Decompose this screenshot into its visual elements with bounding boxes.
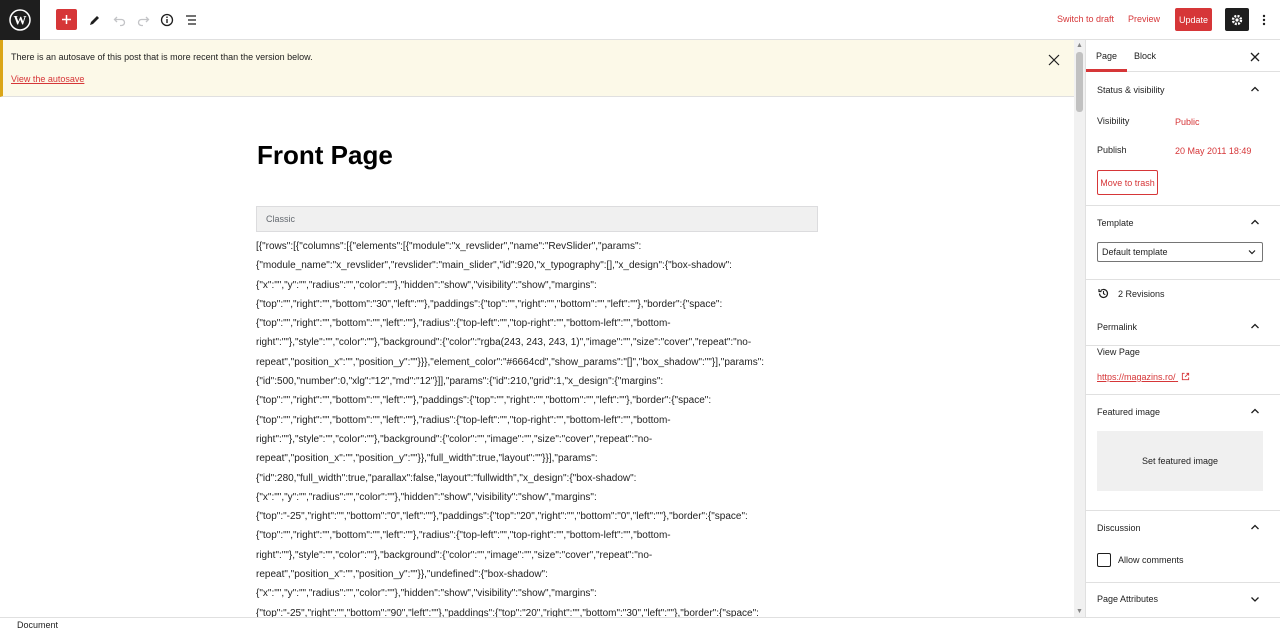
pencil-icon	[90, 16, 99, 25]
content-line: {"id":280,"full_width":true,"parallax":f…	[256, 472, 637, 484]
classic-block-label: Classic	[266, 214, 296, 224]
scroll-up-icon[interactable]: ▲	[1076, 42, 1083, 49]
dismiss-notice-button[interactable]	[1047, 53, 1061, 67]
notice-text: There is an autosave of this post that i…	[11, 52, 313, 62]
more-vertical-icon	[1262, 14, 1266, 26]
content-line: {"top":"","right":"","bottom":"30","left…	[256, 298, 723, 310]
page-attributes-panel: Page Attributes	[1086, 583, 1280, 617]
tab-page[interactable]: Page	[1086, 51, 1128, 72]
template-selected-value: Default template	[1102, 247, 1168, 257]
discussion-panel: Discussion Allow comments	[1086, 511, 1280, 583]
visibility-label: Visibility	[1097, 116, 1130, 126]
details-button[interactable]	[155, 8, 179, 32]
classic-block-content[interactable]: [{"rows":[{"columns":[{"elements":[{"mod…	[256, 237, 818, 617]
content-line: right":""},"style":"","color":""},"backg…	[256, 549, 653, 561]
info-icon	[160, 13, 174, 27]
content-line: {"top":"","right":"","bottom":"","left":…	[256, 318, 671, 330]
scroll-down-icon[interactable]: ▼	[1076, 608, 1083, 615]
discussion-title[interactable]: Discussion	[1097, 523, 1141, 533]
settings-sidebar: Page Block Status & visibility Visibilit…	[1085, 40, 1280, 617]
preview-button[interactable]: Preview	[1128, 14, 1160, 24]
post-title[interactable]: Front Page	[257, 140, 393, 171]
chevron-up-icon[interactable]	[1249, 405, 1261, 417]
close-icon	[1250, 52, 1260, 62]
template-panel: Template Default template	[1086, 206, 1280, 280]
featured-image-title[interactable]: Featured image	[1097, 407, 1160, 417]
revisions-link[interactable]: 2 Revisions	[1118, 289, 1165, 299]
visibility-value[interactable]: Public	[1175, 117, 1200, 127]
chevron-down-icon[interactable]	[1249, 593, 1261, 605]
content-line: right":""},"style":"","color":""},"backg…	[256, 337, 752, 349]
content-line: {"top":"","right":"","bottom":"","left":…	[256, 530, 671, 542]
update-button[interactable]: Update	[1175, 8, 1212, 31]
view-autosave-link[interactable]: View the autosave	[11, 74, 84, 84]
view-page-label: View Page	[1097, 347, 1140, 357]
content-line: {"x":"","y":"","radius":"","color":""},"…	[256, 279, 597, 291]
status-visibility-title[interactable]: Status & visibility	[1097, 85, 1165, 95]
set-featured-image-button[interactable]: Set featured image	[1097, 431, 1263, 491]
permalink-url[interactable]: https://magazins.ro/	[1097, 372, 1190, 382]
tools-button[interactable]	[83, 8, 107, 32]
chevron-up-icon[interactable]	[1249, 83, 1261, 95]
template-select[interactable]: Default template	[1097, 242, 1263, 262]
allow-comments-label[interactable]: Allow comments	[1118, 555, 1184, 565]
undo-icon	[113, 16, 126, 27]
permalink-url-text: https://magazins.ro/	[1097, 372, 1176, 382]
chevron-up-icon[interactable]	[1249, 521, 1261, 533]
chevron-up-icon[interactable]	[1249, 320, 1261, 332]
content-line: {"top":"","right":"","bottom":"","left":…	[256, 414, 671, 426]
sidebar-tabs: Page Block	[1086, 40, 1280, 72]
list-view-icon	[186, 15, 196, 25]
content-line: {"top":"-25","right":"","bottom":"0","le…	[256, 511, 748, 523]
page-attributes-title[interactable]: Page Attributes	[1097, 594, 1158, 604]
move-to-trash-button[interactable]: Move to trash	[1097, 170, 1158, 195]
external-link-icon	[1181, 372, 1190, 381]
settings-button[interactable]	[1225, 8, 1249, 31]
classic-block-toolbar[interactable]: Classic	[256, 206, 818, 232]
allow-comments-checkbox[interactable]	[1097, 553, 1111, 567]
content-line: repeat","position_x":"","position_y":""}…	[256, 453, 598, 465]
add-block-button[interactable]	[56, 9, 77, 30]
close-sidebar-button[interactable]	[1249, 50, 1261, 62]
content-line: repeat","position_x":"","position_y":""}…	[256, 569, 548, 581]
content-line: [{"rows":[{"columns":[{"elements":[{"mod…	[256, 241, 642, 252]
chevron-down-icon	[1248, 250, 1256, 255]
content-line: {"top":"-25","right":"","bottom":"90","l…	[256, 607, 759, 617]
content-line: {"id":500,"number":0,"xlg":"12","md":"12…	[256, 376, 664, 388]
history-icon	[1098, 288, 1109, 299]
options-button[interactable]	[1252, 8, 1276, 32]
content-line: {"x":"","y":"","radius":"","color":""},"…	[256, 491, 597, 503]
switch-to-draft-button[interactable]: Switch to draft	[1057, 14, 1114, 24]
publish-date[interactable]: 20 May 2011 18:49	[1175, 146, 1251, 156]
plus-icon	[62, 15, 71, 24]
autosave-notice: There is an autosave of this post that i…	[0, 40, 1074, 97]
publish-label: Publish	[1097, 145, 1127, 155]
undo-button[interactable]	[108, 8, 132, 32]
tab-block[interactable]: Block	[1134, 51, 1156, 61]
permalink-title[interactable]: Permalink	[1097, 322, 1137, 332]
status-visibility-panel: Status & visibility Visibility Public Pu…	[1086, 72, 1280, 206]
chevron-up-icon[interactable]	[1249, 216, 1261, 228]
redo-icon	[137, 16, 150, 27]
wordpress-logo-icon[interactable]: W	[0, 0, 40, 40]
permalink-panel: Permalink View Page https://magazins.ro/	[1086, 310, 1280, 395]
editor-toolbar: W Switch to draft Preview Update	[0, 0, 1280, 40]
featured-image-panel: Featured image Set featured image	[1086, 395, 1280, 511]
content-line: repeat","position_x":"","position_y":""}…	[256, 356, 765, 368]
content-line: right":""},"style":"","color":""},"backg…	[256, 433, 653, 445]
breadcrumb-document[interactable]: Document	[17, 620, 58, 630]
editor-scrollbar[interactable]: ▲ ▼	[1074, 40, 1085, 617]
svg-text:W: W	[14, 13, 27, 28]
block-breadcrumb-bar: Document	[0, 617, 1280, 633]
editor-canvas: Front Page Classic [{"rows":[{"columns":…	[0, 97, 1074, 617]
content-line: {"x":"","y":"","radius":"","color":""},"…	[256, 588, 597, 600]
list-view-button[interactable]	[179, 8, 203, 32]
redo-button[interactable]	[131, 8, 155, 32]
template-title[interactable]: Template	[1097, 218, 1134, 228]
gear-icon	[1231, 14, 1243, 25]
close-icon	[1048, 54, 1060, 66]
content-line: {"top":"","right":"","bottom":"","left":…	[256, 395, 712, 407]
content-line: {"module_name":"x_revslider","revslider"…	[256, 260, 732, 272]
scroll-thumb[interactable]	[1076, 52, 1083, 112]
